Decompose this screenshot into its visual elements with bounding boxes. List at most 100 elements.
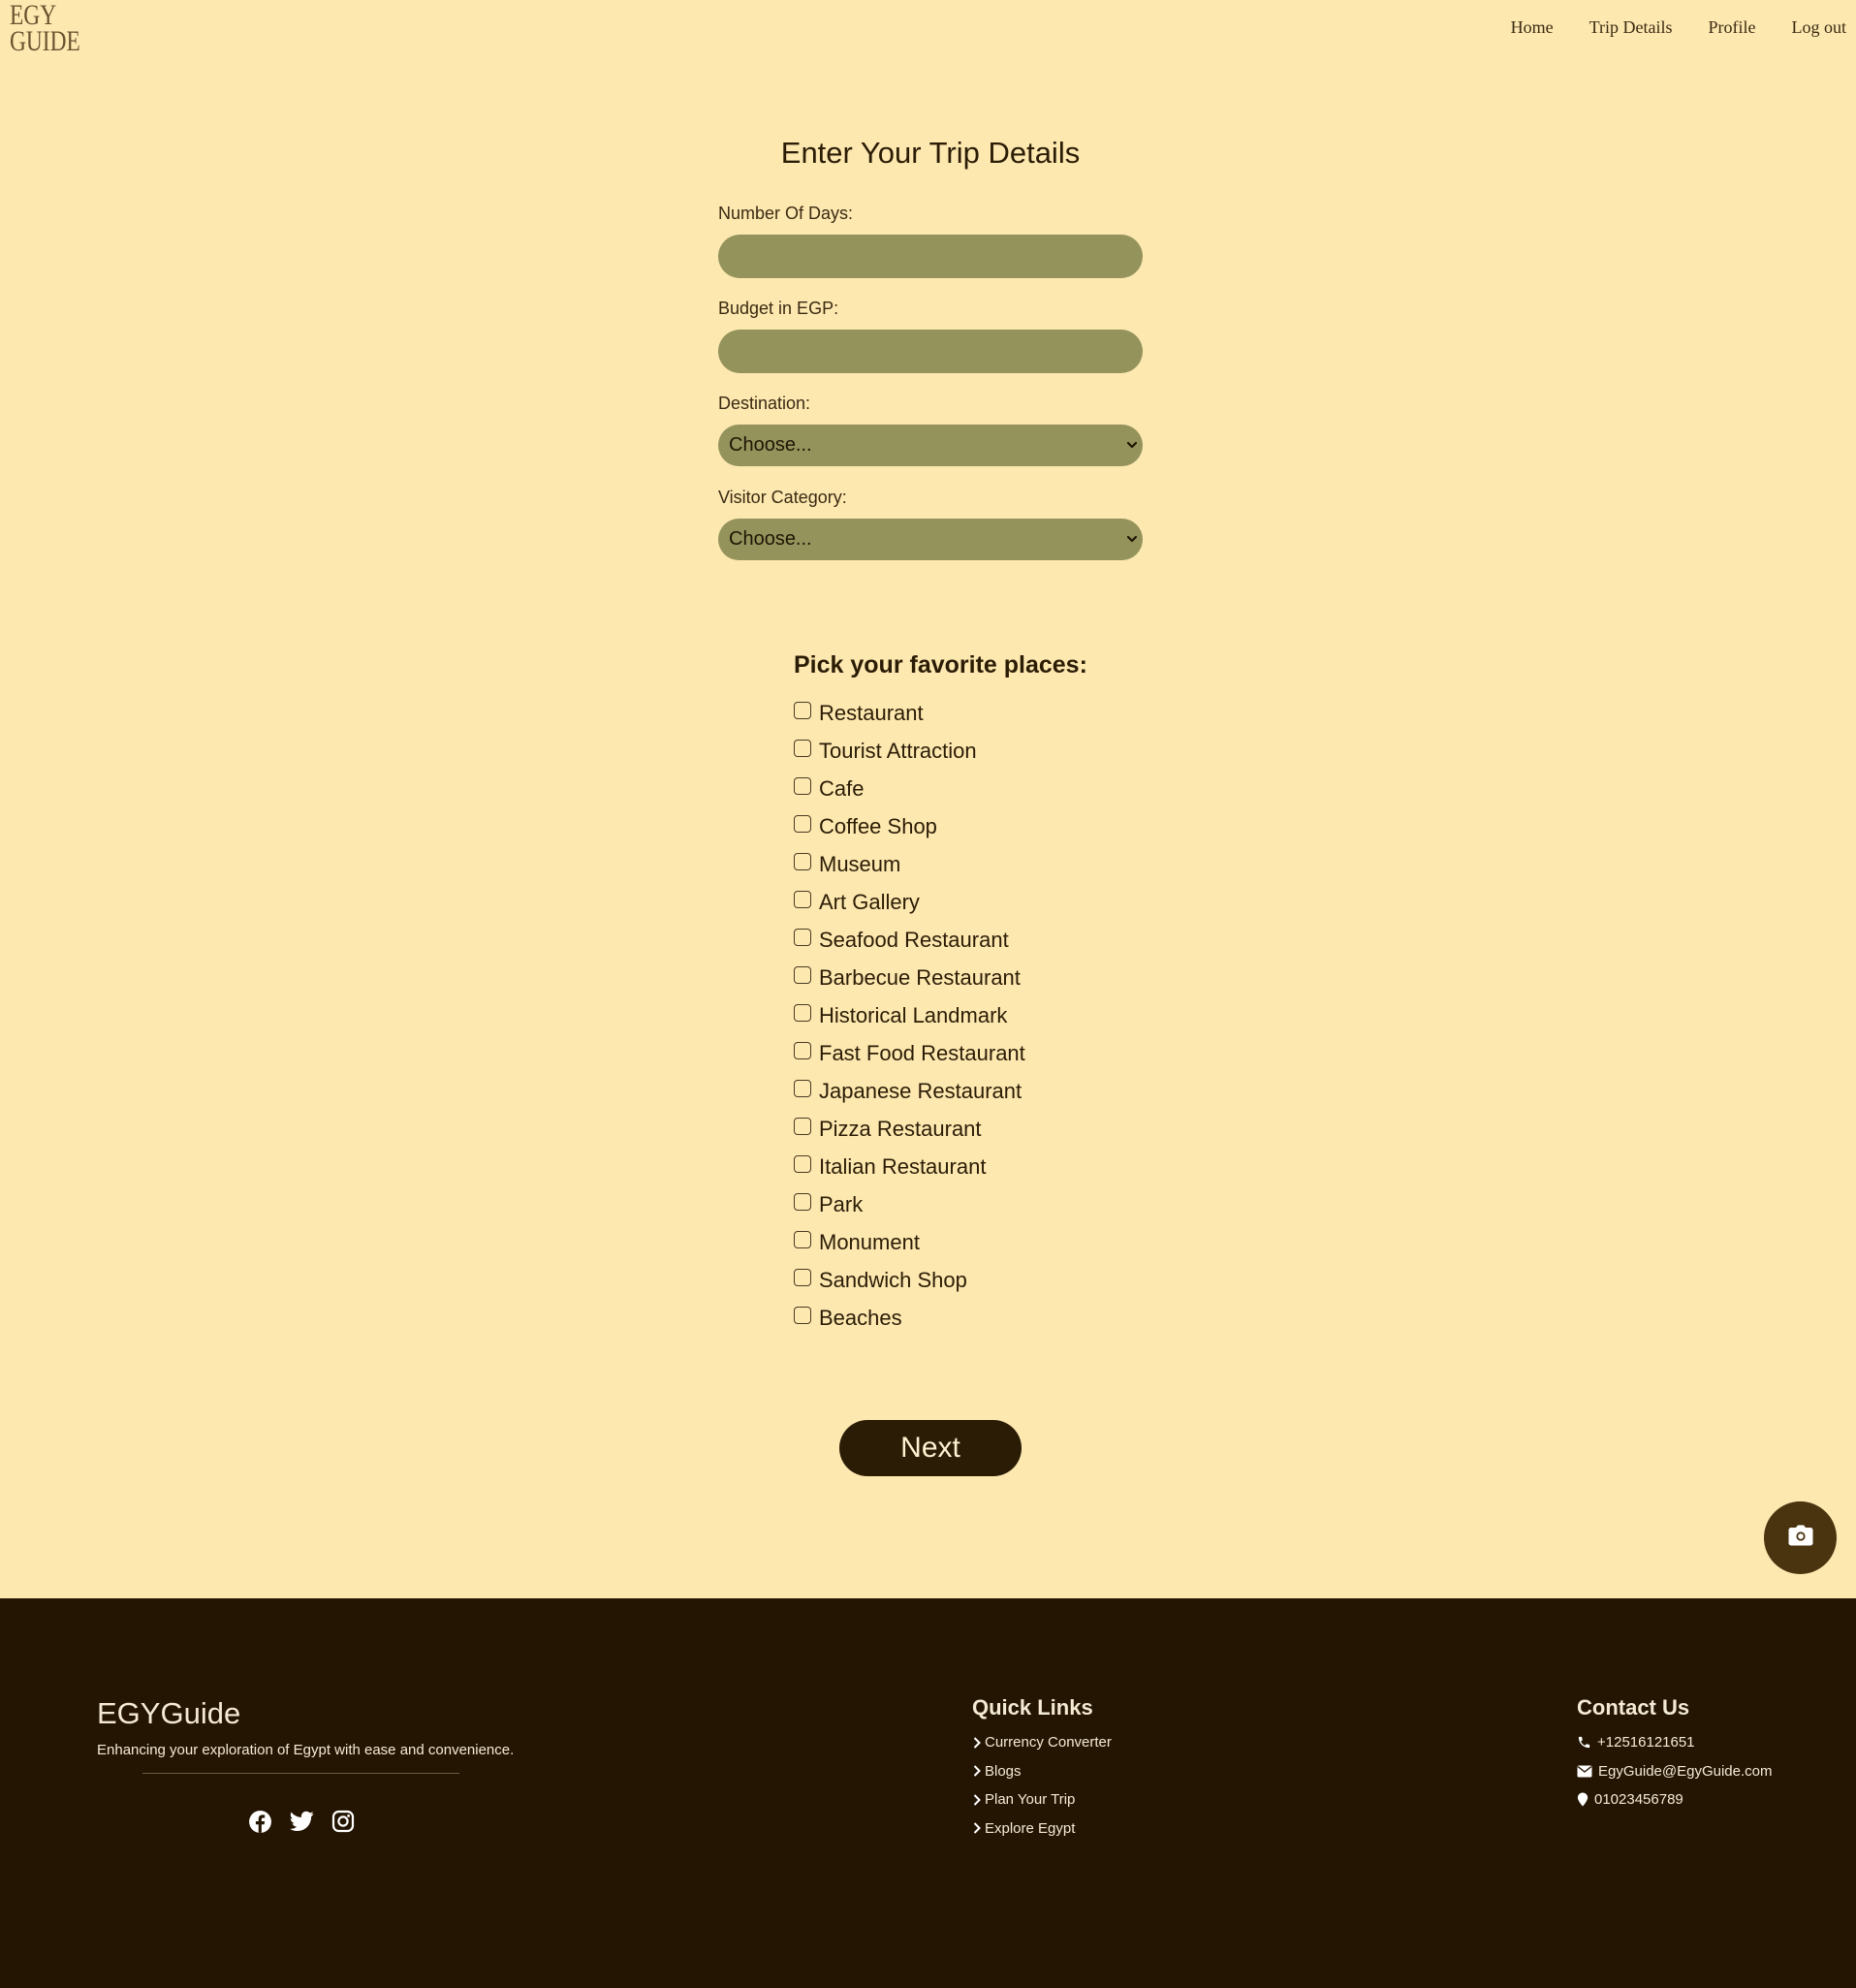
contact-us: Contact Us +12516121651 EgyGuide@EgyGuid… bbox=[1577, 1695, 1772, 1814]
nav-home[interactable]: Home bbox=[1511, 17, 1554, 38]
main-nav: Home Trip Details Profile Log out bbox=[1511, 17, 1846, 38]
place-label: Japanese Restaurant bbox=[819, 1078, 1022, 1103]
footer-brand: EGYGuide bbox=[97, 1696, 241, 1730]
chevron-right-icon bbox=[972, 1764, 982, 1778]
phone-icon bbox=[1577, 1735, 1591, 1750]
place-option[interactable]: Japanese Restaurant bbox=[794, 1072, 1087, 1110]
map-pin-icon bbox=[1577, 1792, 1589, 1807]
visitor-category-label: Visitor Category: bbox=[718, 488, 847, 507]
chevron-right-icon bbox=[972, 1821, 982, 1835]
checkbox[interactable] bbox=[794, 739, 811, 757]
facebook-icon[interactable] bbox=[247, 1809, 272, 1834]
checkbox[interactable] bbox=[794, 852, 811, 870]
quick-link-label: Currency Converter bbox=[985, 1734, 1112, 1751]
place-option[interactable]: Park bbox=[794, 1185, 1087, 1223]
checkbox[interactable] bbox=[794, 776, 811, 795]
logo-line-1: EGY bbox=[10, 0, 57, 31]
chevron-down-icon bbox=[1126, 425, 1138, 483]
camera-icon bbox=[1788, 1525, 1813, 1551]
nav-profile[interactable]: Profile bbox=[1709, 17, 1756, 38]
places-title: Pick your favorite places: bbox=[794, 651, 1087, 678]
place-label: Seafood Restaurant bbox=[819, 927, 1009, 952]
page-title: Enter Your Trip Details bbox=[780, 136, 1081, 170]
place-label: Museum bbox=[819, 851, 901, 876]
camera-button[interactable] bbox=[1764, 1501, 1837, 1574]
place-option[interactable]: Italian Restaurant bbox=[794, 1148, 1087, 1185]
contact-location: 01023456789 bbox=[1577, 1785, 1772, 1814]
quick-link-label: Plan Your Trip bbox=[985, 1791, 1076, 1809]
place-option[interactable]: Tourist Attraction bbox=[794, 732, 1087, 770]
checkbox[interactable] bbox=[794, 1306, 811, 1324]
visitor-category-select[interactable]: Choose... bbox=[718, 519, 1143, 560]
quick-link-blogs[interactable]: Blogs bbox=[972, 1757, 1112, 1786]
nav-logout[interactable]: Log out bbox=[1792, 17, 1847, 38]
checkbox[interactable] bbox=[794, 1117, 811, 1135]
place-option[interactable]: Seafood Restaurant bbox=[794, 921, 1087, 959]
place-option[interactable]: Barbecue Restaurant bbox=[794, 959, 1087, 996]
checkbox[interactable] bbox=[794, 1230, 811, 1248]
checkbox[interactable] bbox=[794, 701, 811, 719]
place-option[interactable]: Sandwich Shop bbox=[794, 1261, 1087, 1299]
quick-link-label: Blogs bbox=[985, 1762, 1022, 1780]
place-option[interactable]: Cafe bbox=[794, 770, 1087, 807]
checkbox[interactable] bbox=[794, 1079, 811, 1097]
days-label: Number Of Days: bbox=[718, 204, 854, 223]
instagram-icon[interactable] bbox=[330, 1809, 356, 1834]
footer-tagline: Enhancing your exploration of Egypt with… bbox=[97, 1742, 515, 1758]
destination-select[interactable]: Choose... bbox=[718, 425, 1143, 466]
budget-input[interactable] bbox=[718, 330, 1143, 373]
next-button[interactable]: Next bbox=[839, 1420, 1022, 1476]
site-footer: EGYGuide Enhancing your exploration of E… bbox=[0, 1598, 1856, 1988]
quick-link-explore-egypt[interactable]: Explore Egypt bbox=[972, 1814, 1112, 1844]
place-option[interactable]: Beaches bbox=[794, 1299, 1087, 1337]
place-label: Beaches bbox=[819, 1305, 902, 1330]
checkbox[interactable] bbox=[794, 1041, 811, 1059]
place-label: Fast Food Restaurant bbox=[819, 1040, 1025, 1065]
place-label: Sandwich Shop bbox=[819, 1267, 967, 1292]
place-label: Coffee Shop bbox=[819, 813, 937, 838]
checkbox[interactable] bbox=[794, 890, 811, 908]
checkbox[interactable] bbox=[794, 965, 811, 984]
place-option[interactable]: Fast Food Restaurant bbox=[794, 1034, 1087, 1072]
visitor-category-selected-value: Choose... bbox=[729, 528, 812, 550]
place-label: Pizza Restaurant bbox=[819, 1116, 982, 1141]
twitter-icon[interactable] bbox=[289, 1809, 314, 1834]
site-logo[interactable]: EGY GUIDE bbox=[10, 0, 80, 57]
contact-phone: +12516121651 bbox=[1577, 1728, 1772, 1757]
chevron-right-icon bbox=[972, 1736, 982, 1750]
place-option[interactable]: Museum bbox=[794, 845, 1087, 883]
contact-phone-text: +12516121651 bbox=[1597, 1734, 1695, 1751]
nav-trip-details[interactable]: Trip Details bbox=[1589, 17, 1673, 38]
checkbox[interactable] bbox=[794, 928, 811, 946]
quick-link-label: Explore Egypt bbox=[985, 1819, 1076, 1837]
places-list: Restaurant Tourist Attraction Cafe Coffe… bbox=[794, 694, 1087, 1337]
place-option[interactable]: Art Gallery bbox=[794, 883, 1087, 921]
checkbox[interactable] bbox=[794, 1192, 811, 1211]
checkbox[interactable] bbox=[794, 814, 811, 833]
place-option[interactable]: Historical Landmark bbox=[794, 996, 1087, 1034]
logo-line-2: GUIDE bbox=[10, 25, 80, 57]
place-option[interactable]: Coffee Shop bbox=[794, 807, 1087, 845]
place-label: Barbecue Restaurant bbox=[819, 964, 1021, 990]
place-label: Cafe bbox=[819, 775, 865, 801]
favorite-places: Pick your favorite places: Restaurant To… bbox=[794, 646, 1087, 1337]
place-option[interactable]: Pizza Restaurant bbox=[794, 1110, 1087, 1148]
contact-email: EgyGuide@EgyGuide.com bbox=[1577, 1757, 1772, 1786]
chevron-right-icon bbox=[972, 1793, 982, 1807]
checkbox[interactable] bbox=[794, 1154, 811, 1173]
place-option[interactable]: Restaurant bbox=[794, 694, 1087, 732]
place-label: Italian Restaurant bbox=[819, 1153, 987, 1179]
footer-divider bbox=[142, 1773, 459, 1774]
place-label: Park bbox=[819, 1191, 864, 1216]
contact-location-text: 01023456789 bbox=[1594, 1791, 1683, 1809]
checkbox[interactable] bbox=[794, 1003, 811, 1022]
place-label: Restaurant bbox=[819, 700, 924, 725]
destination-label: Destination: bbox=[718, 394, 811, 413]
quick-links: Quick Links Currency Converter Blogs Pla… bbox=[972, 1695, 1112, 1843]
place-option[interactable]: Monument bbox=[794, 1223, 1087, 1261]
contact-title: Contact Us bbox=[1577, 1695, 1690, 1720]
quick-link-plan-your-trip[interactable]: Plan Your Trip bbox=[972, 1785, 1112, 1814]
days-input[interactable] bbox=[718, 235, 1143, 278]
checkbox[interactable] bbox=[794, 1268, 811, 1286]
quick-link-currency-converter[interactable]: Currency Converter bbox=[972, 1728, 1112, 1757]
